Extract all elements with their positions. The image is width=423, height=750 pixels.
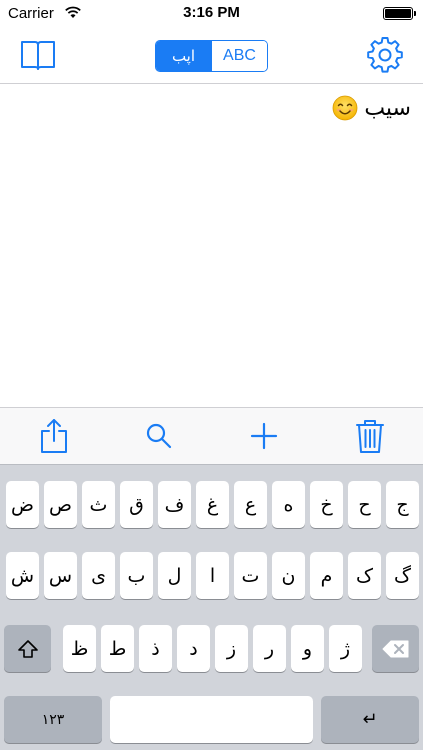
persian-keyboard: ج ح خ ه ع غ ف ق ث ص ض گ ک م ن ت ا ل ب ی …: [0, 464, 423, 750]
book-icon[interactable]: [20, 39, 56, 71]
key[interactable]: ع: [234, 481, 267, 528]
segment-abc[interactable]: ABC: [211, 41, 267, 71]
clock: 3:16 PM: [183, 4, 240, 21]
backspace-icon: [382, 640, 408, 657]
language-segmented-control: اپب ABC: [155, 40, 268, 72]
key[interactable]: و: [291, 625, 324, 672]
key[interactable]: س: [44, 552, 77, 599]
key[interactable]: ظ: [63, 625, 96, 672]
search-icon[interactable]: [142, 418, 176, 454]
key[interactable]: ث: [82, 481, 115, 528]
key[interactable]: ص: [44, 481, 77, 528]
segment-persian[interactable]: اپب: [156, 41, 211, 71]
gear-icon[interactable]: [367, 37, 403, 73]
key[interactable]: غ: [196, 481, 229, 528]
add-icon[interactable]: [247, 418, 281, 454]
share-icon[interactable]: [37, 418, 71, 454]
key[interactable]: ب: [120, 552, 153, 599]
key[interactable]: ز: [215, 625, 248, 672]
numbers-key[interactable]: ۱۲۳: [4, 696, 102, 743]
status-bar: Carrier 3:16 PM: [0, 0, 423, 26]
key[interactable]: ط: [101, 625, 134, 672]
shift-icon: [17, 639, 38, 658]
return-key[interactable]: ↵: [321, 696, 419, 743]
key[interactable]: ژ: [329, 625, 362, 672]
backspace-key[interactable]: [372, 625, 419, 672]
text-area[interactable]: سیب: [0, 85, 423, 407]
key[interactable]: ذ: [139, 625, 172, 672]
shift-key[interactable]: [4, 625, 51, 672]
key[interactable]: خ: [310, 481, 343, 528]
toolbar: [0, 407, 423, 464]
key[interactable]: د: [177, 625, 210, 672]
smiling-face-emoji: [332, 95, 358, 121]
key[interactable]: ش: [6, 552, 39, 599]
key[interactable]: ل: [158, 552, 191, 599]
key[interactable]: ن: [272, 552, 305, 599]
key[interactable]: ی: [82, 552, 115, 599]
battery-icon: [383, 7, 416, 20]
space-bar[interactable]: [110, 696, 313, 743]
key[interactable]: ح: [348, 481, 381, 528]
key[interactable]: ض: [6, 481, 39, 528]
trash-icon[interactable]: [353, 418, 387, 454]
key[interactable]: ف: [158, 481, 191, 528]
nav-bar: اپب ABC: [0, 26, 423, 84]
key[interactable]: ک: [348, 552, 381, 599]
key[interactable]: ق: [120, 481, 153, 528]
key[interactable]: ت: [234, 552, 267, 599]
persian-text: سیب: [364, 95, 411, 121]
key[interactable]: ج: [386, 481, 419, 528]
key[interactable]: ر: [253, 625, 286, 672]
key[interactable]: ا: [196, 552, 229, 599]
key[interactable]: گ: [386, 552, 419, 599]
key[interactable]: ه: [272, 481, 305, 528]
text-content: سیب: [332, 95, 411, 121]
battery-fill: [385, 9, 411, 18]
key[interactable]: م: [310, 552, 343, 599]
